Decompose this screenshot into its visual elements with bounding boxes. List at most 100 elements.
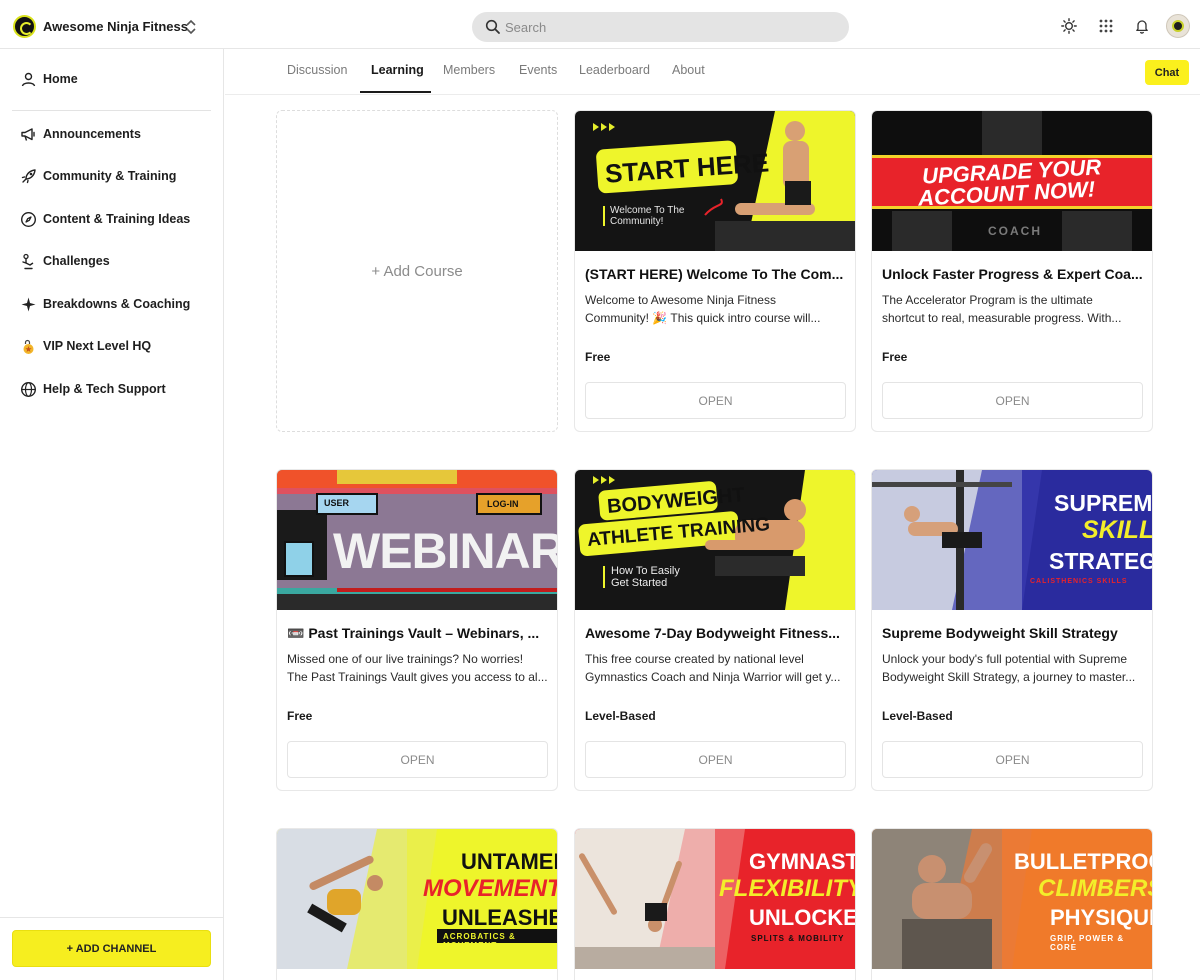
bell-icon[interactable] (1134, 18, 1150, 34)
course-description-line: Community! 🎉 This quick intro course wil… (585, 311, 821, 325)
open-course-button[interactable]: OPEN (287, 741, 548, 778)
course-thumbnail: USER LOG-IN WEBINAR (277, 470, 558, 610)
top-bar: Awesome Ninja Fitness (0, 0, 1200, 49)
search-bar[interactable] (472, 12, 849, 42)
sidebar-item-label: Announcements (43, 127, 141, 141)
banner-title: UNLEASHED (442, 905, 557, 930)
sidebar-item-community-training[interactable]: Community & Training (20, 165, 176, 187)
open-course-button[interactable]: OPEN (585, 741, 846, 778)
course-card[interactable]: USER LOG-IN WEBINAR 📼 Past Trainings Vau… (276, 469, 558, 791)
banner-title: FLEXIBILITY (719, 875, 856, 902)
course-price: Free (287, 709, 313, 723)
banner-subtitle: Get Started (611, 577, 668, 589)
course-card[interactable]: BODYWEIGHT ATHLETE TRAINING How To Easil… (574, 469, 856, 791)
course-title: Awesome 7-Day Bodyweight Fitness... (585, 625, 840, 641)
sidebar-item-breakdowns[interactable]: Breakdowns & Coaching (20, 293, 190, 315)
sidebar-item-label: Community & Training (43, 169, 177, 183)
banner-title: GYMNASTS (749, 849, 855, 874)
course-description-line: Welcome to Awesome Ninja Fitness (585, 293, 776, 307)
course-card[interactable]: BULLETPROOF CLIMBERS PHYSIQUE GRIP, POWE… (871, 828, 1153, 980)
sun-icon[interactable] (1061, 18, 1077, 34)
home-icon (21, 72, 36, 86)
banner-subtitle: Community! (610, 216, 664, 227)
course-thumbnail: START HERE Welcome To The Community! (575, 111, 855, 251)
sidebar-item-label: Home (43, 72, 78, 86)
course-description: Missed one of our live trainings? No wor… (287, 650, 549, 686)
banner-title: PHYSIQUE (1050, 905, 1153, 930)
banner-title: UNLOCKED (749, 905, 855, 930)
tab-discussion[interactable]: Discussion (287, 63, 347, 77)
banner-label: LOG-IN (487, 499, 519, 509)
tab-events[interactable]: Events (519, 63, 557, 77)
banner-label: USER (324, 498, 350, 508)
course-description-line: shortcut to real, measurable progress. W… (882, 311, 1122, 325)
banner-title: WEBINAR (333, 523, 558, 579)
course-description-line: Missed one of our live trainings? No wor… (287, 652, 524, 666)
sidebar-item-home[interactable]: Home (20, 68, 78, 90)
sidebar-item-label: VIP Next Level HQ (43, 339, 152, 353)
community-tabs: Discussion Learning Members Events Leade… (225, 49, 1200, 95)
course-description-line: Bodyweight Skill Strategy, a journey to … (882, 670, 1136, 684)
course-thumbnail: GYMNASTS FLEXIBILITY UNLOCKED SPLITS & M… (575, 829, 856, 969)
course-title: 📼 Past Trainings Vault – Webinars, ... (287, 625, 540, 641)
course-price: Level-Based (882, 709, 953, 723)
globe-icon (20, 381, 37, 397)
course-thumbnail: BULLETPROOF CLIMBERS PHYSIQUE GRIP, POWE… (872, 829, 1153, 969)
sidebar-divider (12, 110, 211, 111)
banner-title: UNTAMED (461, 849, 557, 874)
sidebar: Home Announcements Community & Training … (0, 49, 224, 980)
sparkle-icon (21, 297, 36, 311)
course-thumbnail: SUPREME SKILL STRATEGY CALISTHENICS SKIL… (872, 470, 1153, 610)
user-avatar[interactable] (1166, 14, 1190, 38)
course-price: Free (585, 350, 611, 364)
course-description-line: Unlock your body's full potential with S… (882, 652, 1128, 666)
tab-leaderboard[interactable]: Leaderboard (579, 63, 650, 77)
search-input[interactable] (505, 16, 835, 38)
course-card[interactable]: UNTAMED MOVEMENT UNLEASHED ACROBATICS & … (276, 828, 558, 980)
open-course-button[interactable]: OPEN (882, 741, 1143, 778)
course-title: Unlock Faster Progress & Expert Coa... (882, 266, 1143, 282)
banner-caption: ACROBATICS & MOVEMENT (443, 932, 516, 950)
banner-caption: GRIP, POWER & CORE (1050, 934, 1125, 952)
sidebar-item-label: Help & Tech Support (43, 382, 166, 396)
avatar-logo (1172, 20, 1184, 32)
sidebar-item-help-support[interactable]: Help & Tech Support (20, 378, 166, 400)
open-course-button[interactable]: OPEN (585, 382, 846, 419)
course-card[interactable]: SUPREME SKILL STRATEGY CALISTHENICS SKIL… (871, 469, 1153, 791)
course-card[interactable]: UPGRADE YOUR ACCOUNT NOW! COACH Unlock F… (871, 110, 1153, 432)
course-description-line: The Past Trainings Vault gives you acces… (287, 670, 548, 684)
chat-button[interactable]: Chat (1145, 60, 1189, 85)
sidebar-item-content-ideas[interactable]: Content & Training Ideas (20, 208, 190, 230)
open-course-button[interactable]: OPEN (882, 382, 1143, 419)
tab-members[interactable]: Members (443, 63, 495, 77)
sidebar-item-label: Breakdowns & Coaching (43, 297, 191, 311)
community-switcher[interactable]: Awesome Ninja Fitness (13, 14, 188, 38)
course-card[interactable]: START HERE Welcome To The Community! (ST… (574, 110, 856, 432)
tab-learning[interactable]: Learning (371, 63, 424, 77)
course-thumbnail: UNTAMED MOVEMENT UNLEASHED ACROBATICS & … (277, 829, 558, 969)
course-thumbnail: BODYWEIGHT ATHLETE TRAINING How To Easil… (575, 470, 855, 610)
course-thumbnail: UPGRADE YOUR ACCOUNT NOW! COACH (872, 111, 1152, 251)
community-logo (13, 14, 36, 38)
banner-title: SKILL (1082, 516, 1153, 544)
tab-about[interactable]: About (672, 63, 705, 77)
megaphone-icon (21, 127, 35, 141)
banner-subtitle: How To Easily (611, 565, 680, 577)
lock-medal-icon (23, 339, 34, 354)
banner-title: STRATEGY (1049, 548, 1152, 574)
course-title: (START HERE) Welcome To The Com... (585, 266, 844, 282)
course-price: Free (882, 350, 908, 364)
add-course-button[interactable]: + Add Course (276, 110, 558, 432)
course-card[interactable]: GYMNASTS FLEXIBILITY UNLOCKED SPLITS & M… (574, 828, 856, 980)
chevron-up-down-icon[interactable] (184, 18, 198, 36)
banner-title: MOVEMENT (423, 875, 558, 902)
sidebar-item-announcements[interactable]: Announcements (20, 123, 141, 145)
sidebar-item-vip-hq[interactable]: VIP Next Level HQ (20, 335, 151, 357)
course-description: The Accelerator Program is the ultimate … (882, 291, 1144, 327)
active-tab-indicator (360, 91, 431, 93)
sidebar-item-label: Challenges (43, 254, 110, 268)
sidebar-item-challenges[interactable]: Challenges (20, 250, 110, 272)
add-channel-button[interactable]: + ADD CHANNEL (12, 930, 211, 967)
banner-caption: COACH (988, 224, 1042, 238)
apps-grid-icon[interactable] (1098, 18, 1114, 34)
